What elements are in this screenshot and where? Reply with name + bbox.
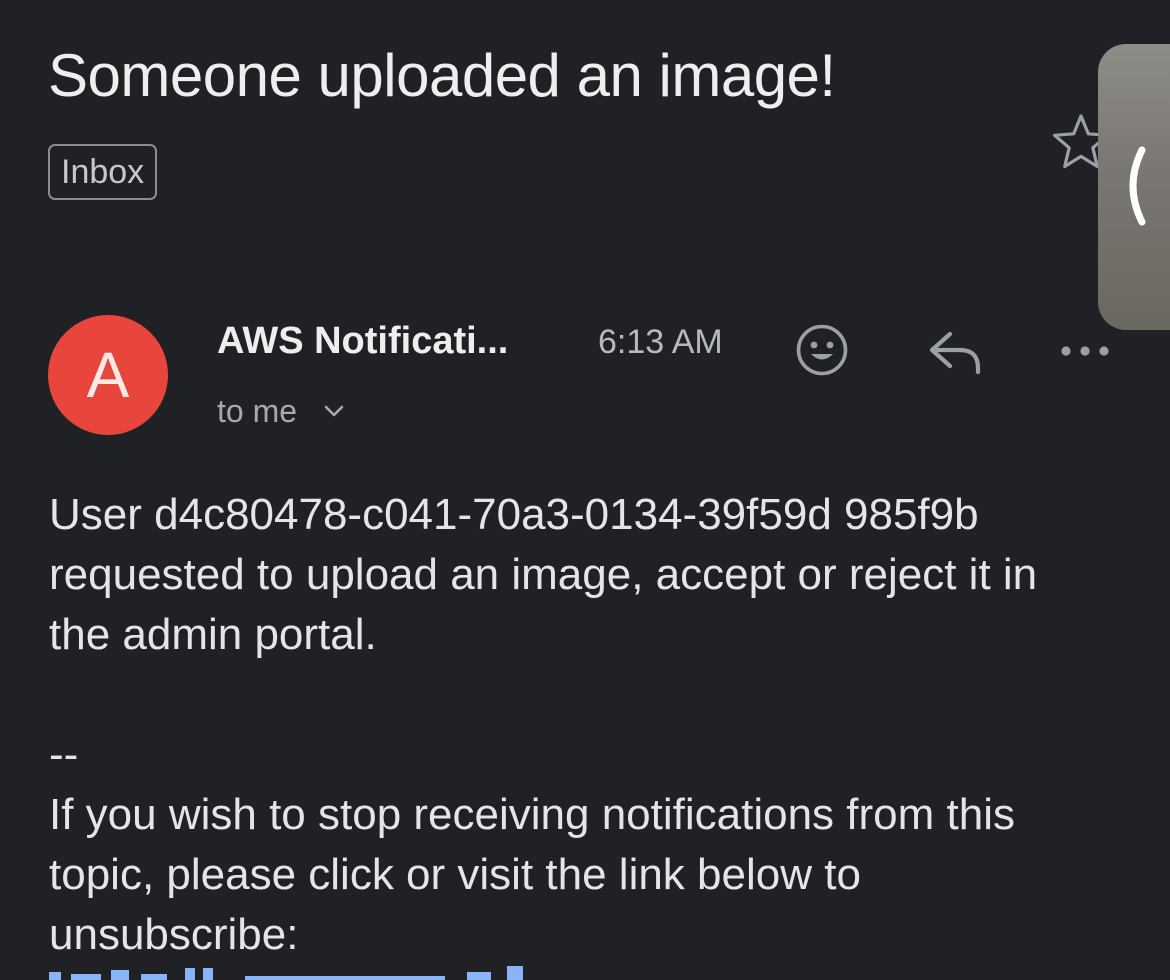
side-panel-handle[interactable] bbox=[1098, 44, 1170, 330]
reply-icon[interactable] bbox=[926, 326, 984, 376]
unsubscribe-link[interactable] bbox=[49, 966, 609, 980]
signature-separator: -- bbox=[49, 730, 79, 779]
chevron-left-icon bbox=[1129, 146, 1146, 226]
chevron-down-icon bbox=[324, 405, 344, 417]
sender-name[interactable]: AWS Notificati... bbox=[217, 318, 508, 364]
emoji-reaction-icon[interactable] bbox=[794, 322, 850, 378]
sender-avatar[interactable]: A bbox=[48, 315, 168, 435]
unsubscribe-notice: If you wish to stop receiving notificati… bbox=[49, 790, 1015, 959]
email-timestamp: 6:13 AM bbox=[598, 323, 723, 361]
inbox-label-chip[interactable]: Inbox bbox=[48, 144, 158, 200]
recipient-details[interactable]: to me bbox=[217, 388, 345, 434]
email-body: User d4c80478-c041-70a3-0134-39f59d 985f… bbox=[49, 490, 1038, 659]
email-subject: Someone uploaded an image! bbox=[48, 42, 836, 109]
more-options-icon[interactable] bbox=[1058, 338, 1112, 364]
recipient-label: to me bbox=[217, 393, 298, 429]
